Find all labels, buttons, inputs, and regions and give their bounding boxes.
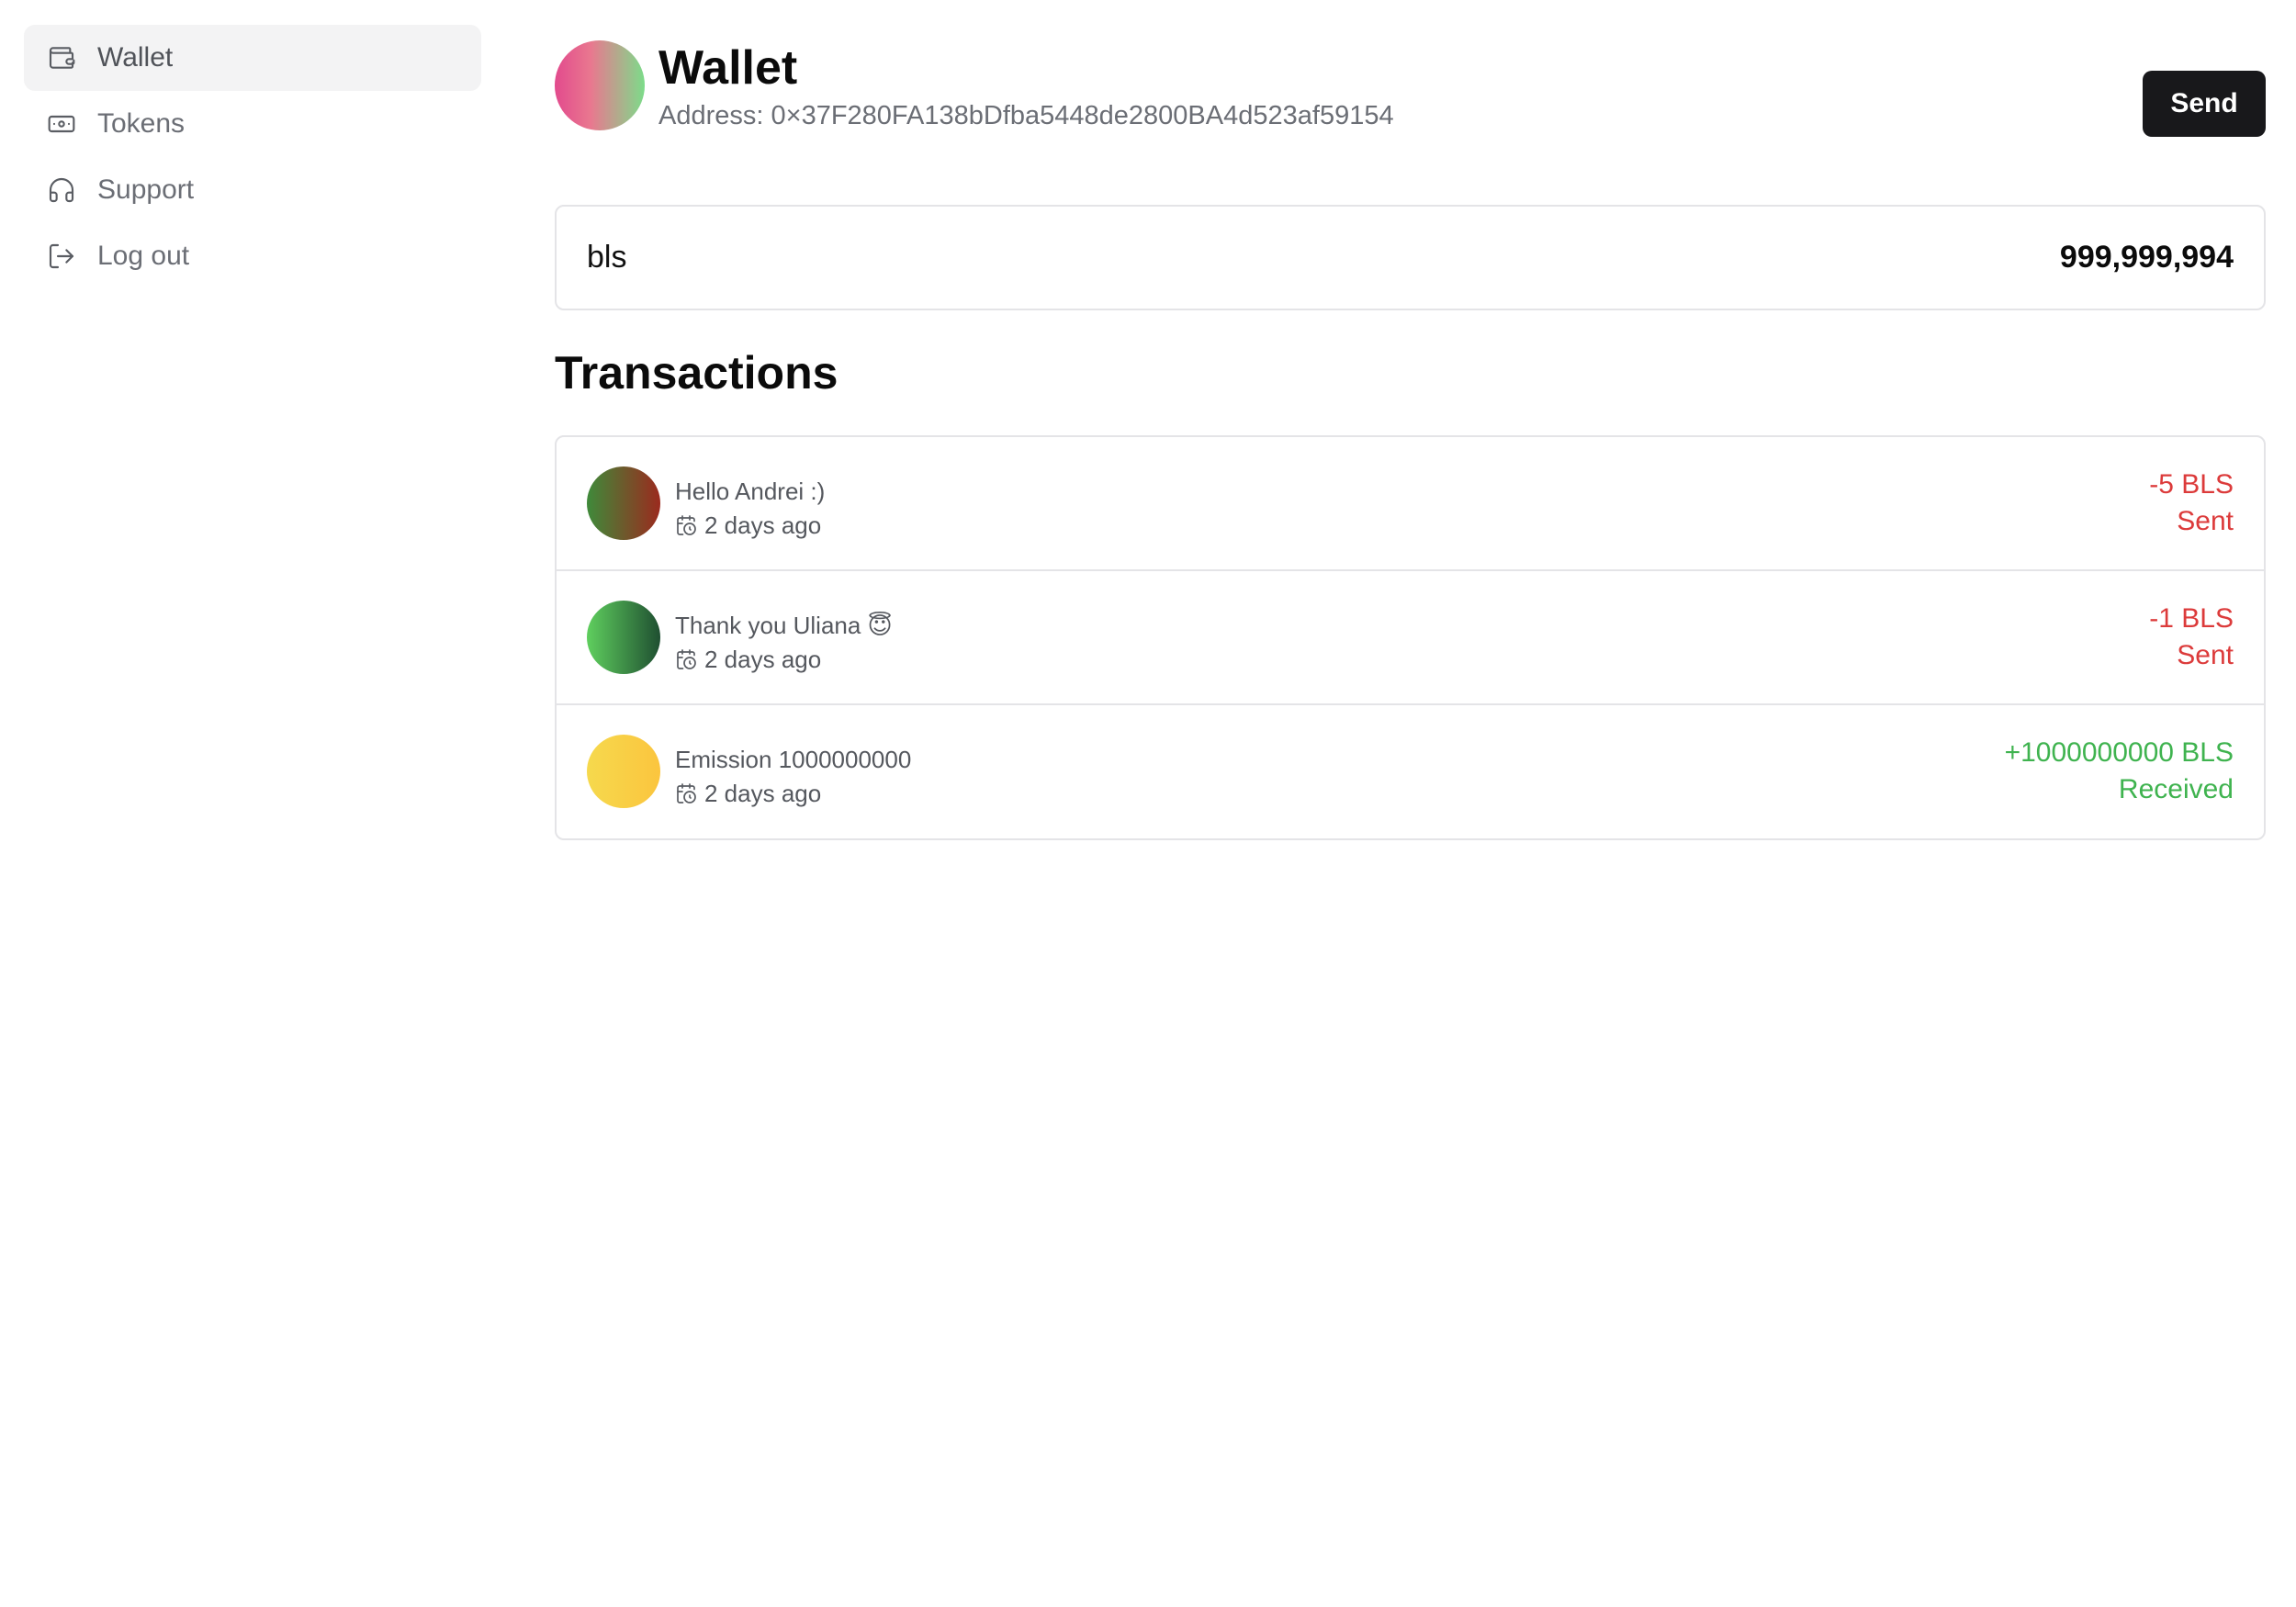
- wallet-icon: [46, 42, 77, 73]
- table-row[interactable]: Emission 1000000000 2 days ago +10000000…: [557, 705, 2264, 838]
- transaction-status: Sent: [2177, 640, 2234, 670]
- transaction-date: 2 days ago: [675, 780, 821, 807]
- table-row[interactable]: Thank you Uliana 😇 2 days ago -1 BLS Sen…: [557, 571, 2264, 705]
- transaction-date-text: 2 days ago: [704, 646, 822, 673]
- avatar: [587, 466, 660, 540]
- transaction-status: Sent: [2177, 506, 2234, 536]
- transaction-list: Hello Andrei :) 2 days ago -5 BLS Sent T…: [555, 435, 2266, 840]
- transaction-date-text: 2 days ago: [704, 511, 822, 539]
- avatar: [555, 40, 645, 130]
- transaction-status: Received: [2118, 774, 2234, 804]
- headphones-icon: [46, 174, 77, 206]
- sidebar: Wallet Tokens Support Log out: [24, 25, 481, 289]
- sidebar-item-wallet[interactable]: Wallet: [24, 25, 481, 91]
- balance-card[interactable]: bls 999,999,994: [555, 205, 2266, 310]
- sidebar-item-tokens[interactable]: Tokens: [24, 91, 481, 157]
- wallet-app: Wallet Tokens Support Log out Wallet Add…: [0, 0, 2296, 1607]
- transaction-title: Hello Andrei :): [675, 478, 826, 505]
- transaction-date-text: 2 days ago: [704, 780, 822, 807]
- page-title: Wallet: [658, 41, 798, 95]
- sidebar-item-label: Log out: [97, 241, 190, 271]
- calendar-clock-icon: [675, 648, 697, 670]
- transaction-date: 2 days ago: [675, 646, 821, 673]
- wallet-header: Wallet Address: 0×37F280FA138bDfba5448de…: [555, 39, 2266, 167]
- wallet-address: Address: 0×37F280FA138bDfba5448de2800BA4…: [658, 101, 1394, 130]
- calendar-clock-icon: [675, 782, 697, 804]
- transaction-amount: -5 BLS: [2149, 469, 2234, 500]
- sidebar-item-label: Wallet: [97, 42, 174, 73]
- sidebar-item-label: Tokens: [97, 108, 186, 139]
- transactions-title: Transactions: [555, 347, 838, 399]
- main-content: Wallet Address: 0×37F280FA138bDfba5448de…: [555, 39, 2266, 840]
- balance-token: bls: [587, 240, 627, 275]
- send-button[interactable]: Send: [2143, 71, 2266, 137]
- avatar: [587, 601, 660, 674]
- balance-amount: 999,999,994: [2059, 240, 2234, 275]
- transaction-date: 2 days ago: [675, 511, 821, 539]
- avatar: [587, 735, 660, 808]
- sidebar-item-label: Support: [97, 174, 195, 205]
- calendar-clock-icon: [675, 514, 697, 536]
- sidebar-item-support[interactable]: Support: [24, 157, 481, 223]
- transaction-title: Emission 1000000000: [675, 746, 912, 773]
- transaction-amount: +1000000000 BLS: [2004, 737, 2234, 768]
- transaction-amount: -1 BLS: [2149, 603, 2234, 634]
- banknote-icon: [46, 108, 77, 140]
- sidebar-item-logout[interactable]: Log out: [24, 223, 481, 289]
- logout-icon: [46, 241, 77, 272]
- transaction-title: Thank you Uliana 😇: [675, 612, 893, 639]
- table-row[interactable]: Hello Andrei :) 2 days ago -5 BLS Sent: [557, 437, 2264, 571]
